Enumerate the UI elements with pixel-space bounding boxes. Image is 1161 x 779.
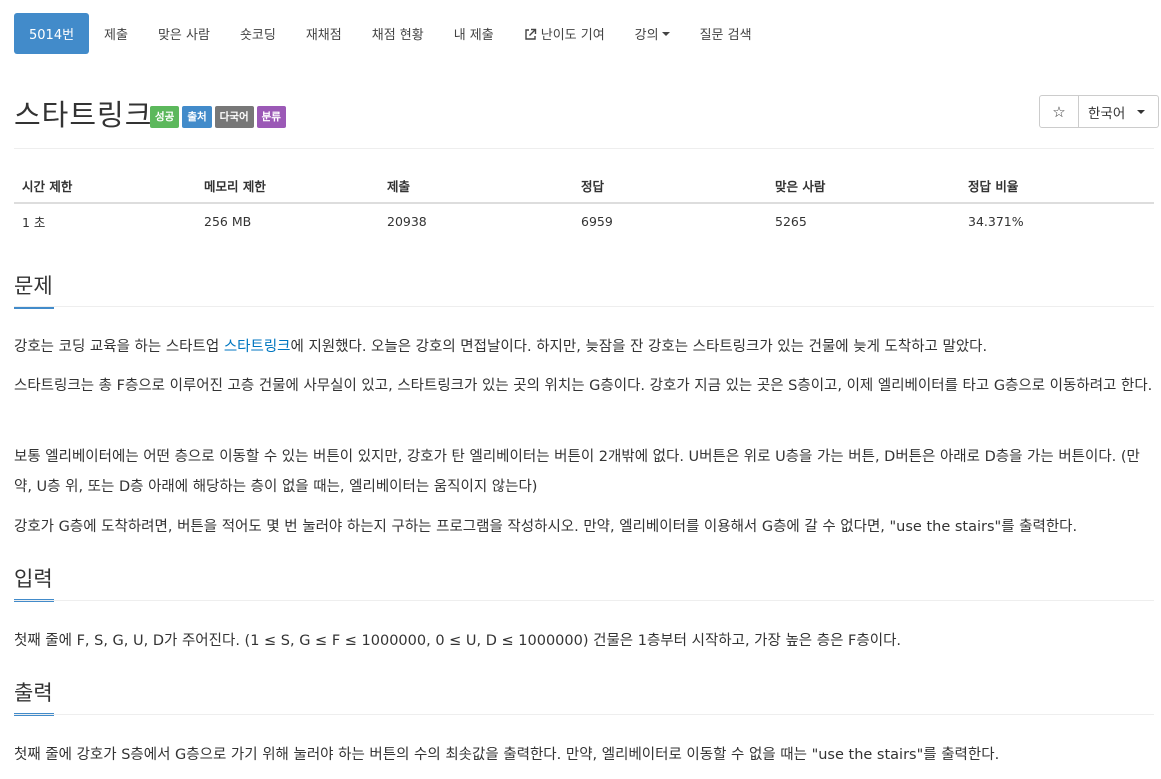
cell-submissions: 20938 <box>387 214 427 229</box>
section-divider <box>14 714 1154 715</box>
cell-memory-limit: 256 MB <box>204 214 252 229</box>
input-paragraph: 첫째 줄에 F, S, G, U, D가 주어진다. (1 ≤ S, G ≤ F… <box>14 633 902 649</box>
nav-item-lecture-dropdown[interactable]: 강의 <box>620 13 685 54</box>
paragraph-text: 에 지원했다. 오늘은 강호의 면접날이다. 하지만, 늦잠을 잔 강호는 스타… <box>290 339 988 355</box>
problem-nav: 5014번 제출 맞은 사람 숏코딩 재채점 채점 현황 내 제출 난이도 기여… <box>14 13 767 54</box>
nav-item-rejudge[interactable]: 재채점 <box>291 13 357 54</box>
paragraph-text: 강호는 코딩 교육을 하는 스타트업 <box>14 339 224 355</box>
label-category[interactable]: 분류 <box>256 106 286 128</box>
cell-accept-ratio: 34.371% <box>968 214 1024 229</box>
label-source[interactable]: 출처 <box>182 106 212 128</box>
nav-item-label: 5014번 <box>29 28 75 43</box>
caret-down-icon <box>1137 109 1146 114</box>
section-heading-text: 입력 <box>14 567 53 591</box>
problem-title: 스타트링크 <box>14 98 153 132</box>
cell-accepted: 6959 <box>581 214 613 229</box>
problem-labels: 성공 출처 다국어 분류 <box>150 106 286 128</box>
nav-item-label: 제출 <box>104 28 128 43</box>
problem-paragraph-3: 보통 엘리베이터에는 어떤 층으로 이동할 수 있는 버튼이 있지만, 강호가 … <box>14 449 1140 495</box>
output-paragraph: 첫째 줄에 강호가 S층에서 G층으로 가기 위해 눌러야 하는 버튼의 수의 … <box>14 747 1000 763</box>
section-heading-text: 출력 <box>14 681 53 705</box>
nav-item-my-submissions[interactable]: 내 제출 <box>439 13 509 54</box>
nav-item-short-coding[interactable]: 숏코딩 <box>225 13 291 54</box>
nav-item-accepted-users[interactable]: 맞은 사람 <box>143 13 225 54</box>
nav-item-label: 숏코딩 <box>239 28 276 43</box>
nav-item-problem-number[interactable]: 5014번 <box>14 13 90 54</box>
nav-item-label: 채점 현황 <box>371 28 424 43</box>
label-multilingual[interactable]: 다국어 <box>214 106 254 128</box>
section-heading-problem: 문제 <box>14 270 54 309</box>
problem-paragraph-1: 강호는 코딩 교육을 하는 스타트업 스타트링크에 지원했다. 오늘은 강호의 … <box>14 332 1156 362</box>
header-time-limit: 시간 제한 <box>14 168 196 204</box>
label-success: 성공 <box>150 106 180 128</box>
nav-item-label: 질문 검색 <box>699 28 752 43</box>
table-header-row: 시간 제한 메모리 제한 제출 정답 맞은 사람 정답 비율 <box>14 168 1154 204</box>
problem-paragraph-4: 강호가 G층에 도착하려면, 버튼을 적어도 몇 번 눌러야 하는지 구하는 프… <box>14 519 1078 535</box>
title-divider <box>14 148 1154 149</box>
section-divider <box>14 600 1154 601</box>
nav-item-difficulty-contribution[interactable]: 난이도 기여 <box>509 13 620 54</box>
header-accepted-users: 맞은 사람 <box>767 168 960 204</box>
language-label: 한국어 <box>1088 105 1126 122</box>
table-row: 1 초 256 MB 20938 6959 5265 34.371% <box>14 203 1154 239</box>
nav-item-label: 재채점 <box>305 28 342 43</box>
header-accept-ratio: 정답 비율 <box>960 168 1154 204</box>
language-dropdown[interactable]: 한국어 <box>1079 96 1158 127</box>
nav-item-label: 맞은 사람 <box>157 28 210 43</box>
cell-accepted-users: 5265 <box>775 214 807 229</box>
nav-item-label: 내 제출 <box>453 28 494 43</box>
startlink-link[interactable]: 스타트링크 <box>224 339 291 355</box>
star-outline-icon: ☆ <box>1052 102 1066 121</box>
section-heading-input: 입력 <box>14 563 54 602</box>
nav-item-label: 강의 <box>634 28 659 43</box>
nav-item-label: 난이도 기여 <box>540 28 605 43</box>
header-memory-limit: 메모리 제한 <box>196 168 379 204</box>
star-button[interactable]: ☆ <box>1040 96 1079 127</box>
problem-actions: ☆ 한국어 <box>1039 95 1160 128</box>
section-heading-text: 문제 <box>14 274 53 298</box>
header-accepted: 정답 <box>573 168 767 204</box>
caret-down-icon <box>661 31 670 36</box>
nav-item-submit[interactable]: 제출 <box>89 13 143 54</box>
external-link-icon <box>525 28 536 40</box>
section-divider <box>14 306 1154 307</box>
nav-item-question-search[interactable]: 질문 검색 <box>685 13 767 54</box>
cell-time-limit: 1 초 <box>22 215 46 230</box>
nav-item-judge-status[interactable]: 채점 현황 <box>357 13 439 54</box>
problem-info-table: 시간 제한 메모리 제한 제출 정답 맞은 사람 정답 비율 1 초 256 M… <box>14 168 1154 239</box>
problem-page: 5014번 제출 맞은 사람 숏코딩 재채점 채점 현황 내 제출 난이도 기여… <box>0 0 1161 779</box>
header-submissions: 제출 <box>379 168 573 204</box>
problem-paragraph-2: 스타트링크는 총 F층으로 이루어진 고층 건물에 사무실이 있고, 스타트링크… <box>14 378 1153 394</box>
section-heading-output: 출력 <box>14 677 54 716</box>
